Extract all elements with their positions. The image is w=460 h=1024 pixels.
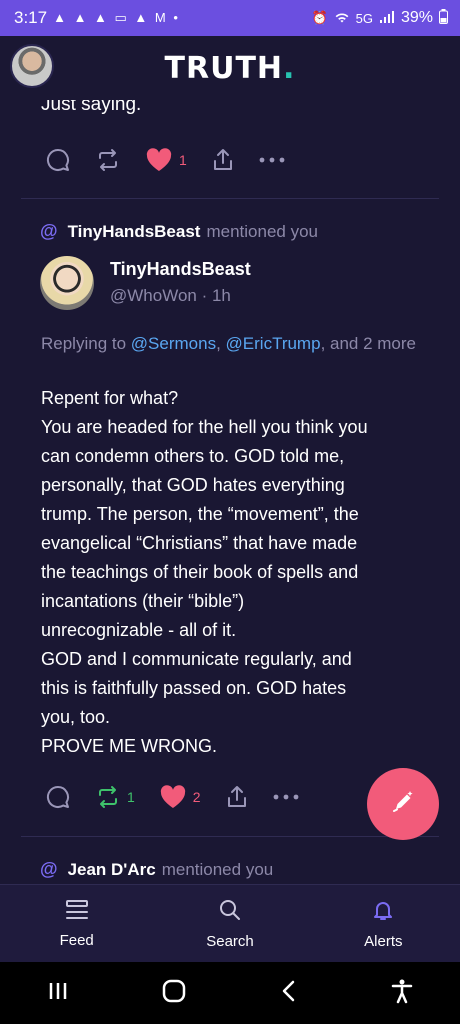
comment-icon xyxy=(45,147,71,173)
replying-to: Replying to @Sermons, @EricTrump, and 2 … xyxy=(41,334,417,353)
status-time: 3:17 xyxy=(14,8,48,27)
comment-icon xyxy=(45,784,71,810)
back-icon[interactable] xyxy=(279,979,299,1008)
share-button[interactable] xyxy=(225,784,249,810)
compose-button[interactable] xyxy=(367,768,439,840)
reply-button[interactable] xyxy=(45,784,71,810)
system-navigation-bar xyxy=(0,962,460,1024)
divider xyxy=(21,836,439,837)
at-icon: @ xyxy=(40,859,58,879)
post-line: can condemn others to. GOD told me, xyxy=(41,446,345,466)
bottom-navigation: Feed Search Alerts xyxy=(0,884,460,962)
post-line: this is faithfully passed on. GOD hates xyxy=(41,678,347,698)
reply-user-link[interactable]: @EricTrump xyxy=(226,334,321,353)
like-count: 1 xyxy=(179,152,187,168)
reply-user-link[interactable]: @Sermons xyxy=(131,334,216,353)
feed-icon xyxy=(65,899,89,926)
app-header: TRUTH. xyxy=(0,36,460,100)
nav-search[interactable]: Search xyxy=(153,885,306,962)
share-icon xyxy=(211,147,235,173)
retruth-button[interactable]: 1 xyxy=(95,784,135,810)
nav-search-label: Search xyxy=(206,932,254,950)
post-line: PROVE ME WRONG. xyxy=(41,736,218,756)
mention-user[interactable]: Jean D'Arc xyxy=(68,860,156,880)
status-right: ⏰ 5G 39% xyxy=(311,9,448,27)
previous-post-text: Just saying. xyxy=(41,100,142,115)
reply-button[interactable] xyxy=(45,147,71,173)
battery-percent: 39% xyxy=(400,9,433,26)
bell-icon xyxy=(371,898,395,927)
heart-icon xyxy=(145,147,173,173)
post-line: you, too. xyxy=(41,707,111,727)
accessibility-icon[interactable] xyxy=(390,978,414,1009)
post-line: Repent for what? xyxy=(41,388,179,408)
truth-logo: TRUTH. xyxy=(164,50,296,86)
mention-header[interactable]: @ Jean D'Arc mentioned you xyxy=(40,859,273,880)
like-button[interactable]: 1 xyxy=(145,147,187,173)
post-line: incantations (their “bible”) xyxy=(41,591,245,611)
post-line: GOD and I communicate regularly, and xyxy=(41,649,352,669)
retruth-button[interactable] xyxy=(95,147,121,173)
mention-user[interactable]: TinyHandsBeast xyxy=(68,222,201,242)
notification-icons: ▲ ▲ ▲ ▭ ▲ M • xyxy=(53,10,180,25)
status-bar: 3:17 ▲ ▲ ▲ ▭ ▲ M • ⏰ 5G 39% xyxy=(0,0,460,36)
mention-action: mentioned you xyxy=(161,859,274,879)
previous-post-actions: 1 xyxy=(45,147,309,173)
notifications-list[interactable]: Just saying. 1 @ TinyHandsBeast mentione… xyxy=(0,100,460,884)
alarm-icon: ⏰ xyxy=(311,10,328,25)
retruth-icon xyxy=(95,784,121,810)
more-icon xyxy=(259,156,285,164)
more-options-button[interactable] xyxy=(259,156,285,164)
post-line: You are headed for the hell you think yo… xyxy=(41,417,368,437)
at-icon: @ xyxy=(40,221,58,241)
like-count: 2 xyxy=(192,789,201,805)
recent-apps-icon[interactable] xyxy=(46,979,70,1008)
post-body: Repent for what? You are headed for the … xyxy=(41,384,426,761)
divider xyxy=(21,198,439,199)
nav-alerts-label: Alerts xyxy=(364,932,403,950)
more-icon xyxy=(273,793,299,801)
signal-icon xyxy=(379,10,395,27)
post-author-avatar[interactable] xyxy=(40,256,94,310)
search-icon xyxy=(218,898,242,927)
retruth-count: 1 xyxy=(127,789,135,805)
post-line: personally, that GOD hates everything xyxy=(41,475,345,495)
retruth-icon xyxy=(95,147,121,173)
post-line: the teachings of their book of spells an… xyxy=(41,562,359,582)
nav-alerts[interactable]: Alerts xyxy=(307,885,460,962)
post-author-handle: @WhoWon · 1h xyxy=(110,286,231,305)
profile-avatar[interactable] xyxy=(10,44,54,88)
nav-feed[interactable]: Feed xyxy=(0,885,153,962)
share-button[interactable] xyxy=(211,147,235,173)
nav-feed-label: Feed xyxy=(59,931,94,949)
home-icon[interactable] xyxy=(161,978,187,1009)
wifi-icon xyxy=(334,10,350,27)
like-button[interactable]: 2 xyxy=(159,784,201,810)
post-author-name[interactable]: TinyHandsBeast xyxy=(110,259,251,280)
post-line: trump. The person, the “movement”, the xyxy=(41,504,359,524)
network-label: 5G xyxy=(355,10,373,26)
mention-action: mentioned you xyxy=(206,221,318,241)
battery-icon xyxy=(439,9,448,27)
heart-icon xyxy=(159,784,187,810)
more-options-button[interactable] xyxy=(273,793,299,801)
compose-pen-icon xyxy=(390,789,416,820)
share-icon xyxy=(225,784,249,810)
post-actions: 1 2 xyxy=(45,784,323,810)
post-line: evangelical “Christians” that have made xyxy=(41,533,358,553)
post-line: unrecognizable - all of it. xyxy=(41,620,237,640)
mention-header[interactable]: @ TinyHandsBeast mentioned you xyxy=(40,221,318,242)
